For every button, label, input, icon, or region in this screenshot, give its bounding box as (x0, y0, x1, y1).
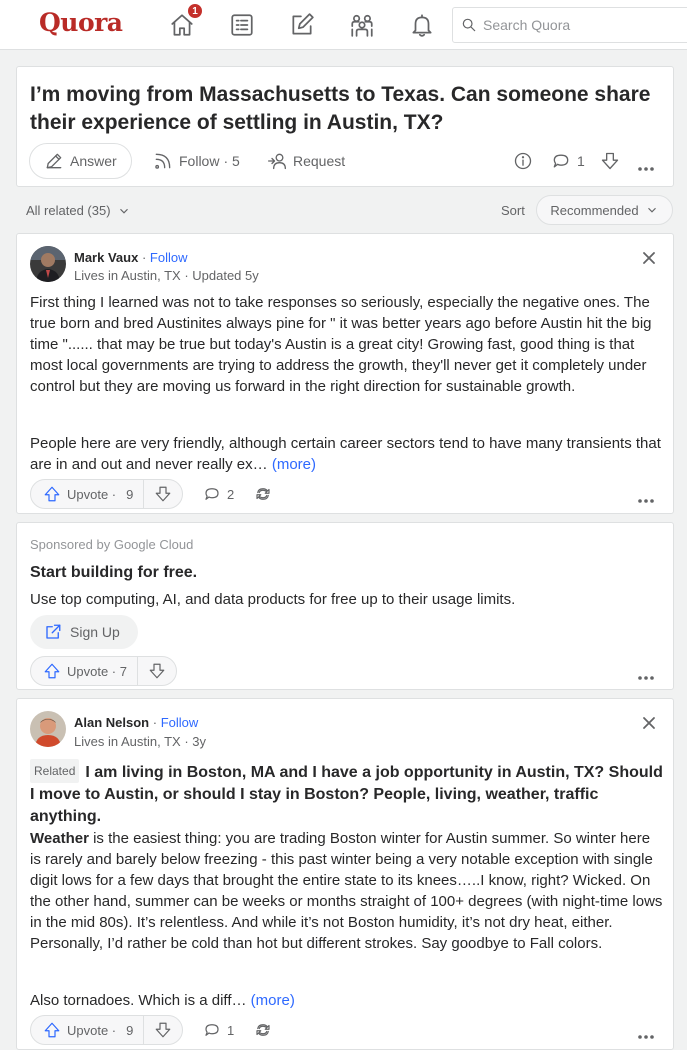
vote-control: Upvote · 9 (30, 479, 184, 509)
upvote-button[interactable]: Upvote · 7 (31, 657, 138, 685)
notification-badge: 1 (187, 3, 203, 19)
chevron-down-icon (119, 208, 128, 214)
share-icon (256, 488, 270, 500)
downvote-icon (156, 486, 171, 502)
vote-control: Upvote · 9 (30, 1015, 184, 1045)
comment-icon (205, 488, 219, 500)
ad-title[interactable]: Start building for free. (30, 564, 197, 582)
downvote-icon (149, 663, 165, 679)
avatar[interactable] (30, 246, 66, 282)
downvote-button[interactable] (144, 480, 182, 508)
request-icon (268, 153, 286, 170)
comment-button[interactable]: 1 (551, 151, 585, 171)
all-related-dropdown[interactable]: All related (35) (26, 203, 131, 218)
more-options-icon[interactable] (637, 1027, 655, 1039)
chevron-down-icon (647, 207, 656, 213)
upvote-icon (44, 1022, 60, 1038)
related-tag: Related (30, 759, 80, 783)
sponsor-label: Sponsored by Google Cloud (30, 537, 194, 552)
share-button[interactable] (254, 1021, 278, 1039)
comment-icon (553, 154, 569, 168)
sponsored-card: Sponsored by Google Cloud Start building… (16, 522, 674, 690)
quora-logo[interactable]: Quora (39, 8, 123, 37)
upvote-count: 9 (126, 486, 134, 502)
question-card: I’m moving from Massachusetts to Texas. … (16, 66, 674, 187)
search-box[interactable] (452, 7, 687, 43)
edit-icon[interactable] (287, 10, 317, 40)
close-icon[interactable] (641, 715, 657, 731)
follow-button[interactable]: Follow · 5 (153, 151, 240, 171)
home-icon[interactable]: 1 (167, 3, 203, 40)
info-icon[interactable] (513, 151, 533, 171)
sort-dropdown[interactable]: Recommended (536, 195, 673, 225)
bell-icon[interactable] (407, 10, 437, 40)
upvote-icon (44, 486, 60, 502)
external-link-icon (46, 624, 61, 639)
author-name[interactable]: Alan Nelson (74, 715, 149, 730)
upvote-button[interactable]: Upvote · 9 (31, 480, 145, 508)
author-credential: Lives in Austin, TX · 3y (74, 734, 206, 749)
spaces-icon[interactable] (347, 10, 377, 40)
upvote-icon (44, 663, 60, 679)
downvote-icon[interactable] (600, 151, 620, 171)
upvote-button[interactable]: Upvote · 9 (31, 1016, 145, 1044)
top-nav: Quora 1 (0, 0, 687, 50)
answer-button[interactable]: Answer (29, 143, 132, 179)
comment-icon (205, 1024, 219, 1036)
comment-button[interactable]: 2 (203, 485, 234, 503)
read-more-link[interactable]: (more) (272, 456, 316, 473)
vote-control: Upvote · 7 (30, 656, 177, 686)
answer-card: Mark Vaux · Follow Lives in Austin, TX ·… (16, 233, 674, 514)
sort-label: Sort (501, 203, 525, 218)
more-options-icon[interactable] (637, 159, 655, 171)
ad-text: Use top computing, AI, and data products… (30, 591, 516, 608)
author-name[interactable]: Mark Vaux (74, 250, 138, 265)
downvote-button[interactable] (138, 657, 176, 685)
author-credential: Lives in Austin, TX · Updated 5y (74, 268, 259, 283)
answer-text-continued: People here are very friendly, although … (30, 435, 661, 473)
avatar[interactable] (30, 711, 66, 747)
follow-count: · 5 (223, 153, 240, 169)
answer-text-continued: Also tornadoes. Which is a diff… (more) (30, 992, 295, 1009)
follow-link[interactable]: Follow (150, 250, 188, 265)
share-button[interactable] (254, 485, 278, 503)
pencil-icon (46, 153, 62, 169)
share-icon (256, 1024, 270, 1036)
upvote-count: 9 (126, 1022, 134, 1038)
related-bar: All related (35) Sort Recommended (16, 193, 674, 227)
answer-text: Weather is the easiest thing: you are tr… (30, 830, 663, 952)
rss-icon (155, 153, 171, 169)
related-question[interactable]: Related I am living in Boston, MA and I h… (30, 759, 664, 828)
sign-up-button[interactable]: Sign Up (30, 615, 138, 649)
downvote-button[interactable] (144, 1016, 182, 1044)
answer-text: First thing I learned was not to take re… (30, 294, 652, 395)
downvote-icon (156, 1022, 171, 1038)
more-options-icon[interactable] (637, 491, 655, 503)
close-icon[interactable] (641, 250, 657, 266)
request-button[interactable]: Request (267, 151, 345, 171)
search-icon (462, 18, 476, 32)
follow-link[interactable]: Follow (161, 715, 199, 730)
comment-button[interactable]: 1 (203, 1021, 234, 1039)
search-input[interactable] (483, 17, 683, 33)
answer-card: Alan Nelson · Follow Lives in Austin, TX… (16, 698, 674, 1050)
answer-list-icon[interactable] (227, 10, 257, 40)
more-options-icon[interactable] (637, 668, 655, 680)
question-title[interactable]: I’m moving from Massachusetts to Texas. … (30, 81, 660, 137)
read-more-link[interactable]: (more) (251, 992, 295, 1009)
